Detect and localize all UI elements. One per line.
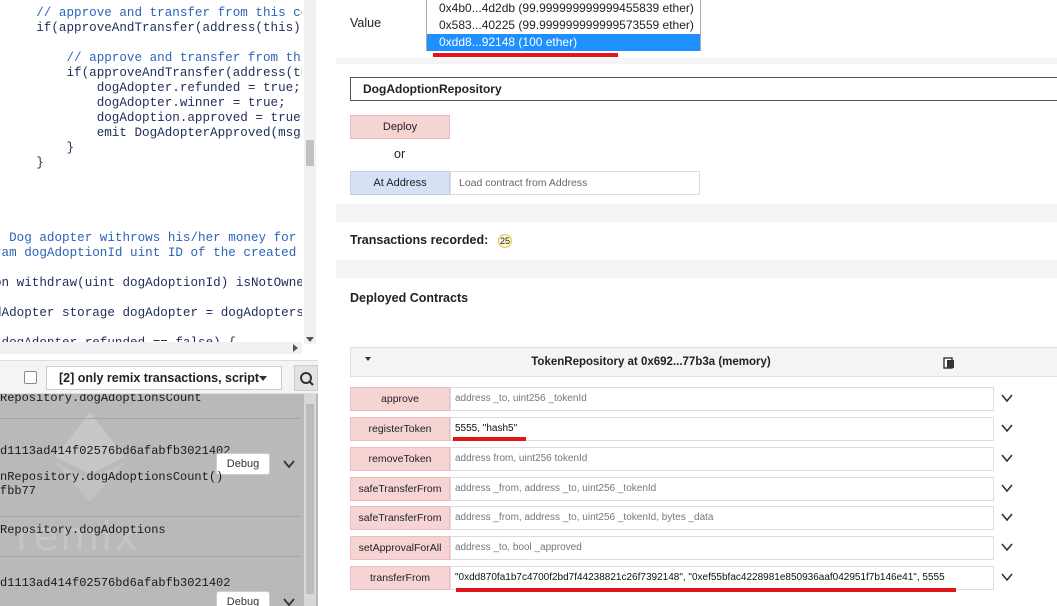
log-separator	[0, 516, 300, 517]
chevron-down-icon[interactable]	[1000, 481, 1014, 495]
account-option[interactable]: 0x4b0...4d2db (99.999999999999455839 eth…	[427, 0, 700, 17]
contract-instance-header[interactable]: TokenRepository at 0x692...77b3a (memory…	[350, 347, 1057, 377]
approve-button[interactable]: approve	[350, 387, 450, 411]
code-line: emit DogAdopterApproved(msg.sender, _	[96, 126, 302, 140]
function-row-approve: approve address _to, uint256 _tokenId	[350, 387, 1057, 411]
log-line: d1113ad414f02576bd6afabfb3021402	[0, 444, 231, 458]
remix-watermark: remix	[16, 514, 140, 560]
chevron-down-icon	[259, 376, 267, 381]
environment-card: Value 0x4b0...4d2db (99.9999999999994558…	[336, 0, 1057, 58]
code-line: dogAdopter.winner = true;	[6, 96, 286, 110]
or-label: or	[394, 147, 406, 161]
editor-horizontal-scrollbar[interactable]	[0, 342, 302, 354]
log-line: Repository.dogAdoptions	[0, 523, 166, 537]
contract-select[interactable]: DogAdoptionRepository	[350, 77, 1057, 101]
remove-token-button[interactable]: removeToken	[350, 447, 450, 471]
register-token-args-input[interactable]: 5555, "hash5"	[450, 417, 994, 441]
code-line: if(approveAndTransfer(address(this), dog…	[36, 21, 302, 35]
chevron-down-icon[interactable]	[282, 595, 296, 606]
red-underline-annotation	[433, 53, 618, 57]
code-editor[interactable]: // approve and transfer from this contra…	[0, 0, 318, 360]
chevron-down-icon[interactable]	[1000, 391, 1014, 405]
account-option-selected[interactable]: 0xdd8...92148 (100 ether)	[427, 34, 700, 51]
code-line: }	[6, 156, 44, 170]
terminal-log[interactable]: remix Repository.dogAdoptionsCount d1113…	[0, 394, 318, 606]
scroll-down-arrow-icon[interactable]	[306, 337, 314, 342]
editor-vertical-scrollbar[interactable]	[304, 0, 316, 344]
terminal-filter-dropdown[interactable]: [2] only remix transactions, script	[46, 366, 282, 390]
chevron-down-icon[interactable]	[282, 457, 296, 471]
log-line: Repository.dogAdoptionsCount	[0, 394, 202, 405]
safe-transfer-from-args-input[interactable]: address _from, address _to, uint256 _tok…	[450, 477, 994, 501]
terminal-search-button[interactable]	[294, 365, 318, 391]
chevron-down-icon[interactable]	[1000, 451, 1014, 465]
function-row-safeTransferFrom-data: safeTransferFrom address _from, address …	[350, 506, 1057, 530]
deployed-contracts-title: Deployed Contracts	[350, 291, 469, 305]
deployed-contracts-card: Deployed Contracts TokenRepository at 0x…	[336, 278, 1057, 606]
account-option[interactable]: 0x583...40225 (99.999999999999573559 eth…	[427, 17, 700, 34]
code-line: dogAdopter.refunded = true;	[6, 81, 301, 95]
approve-args-input[interactable]: address _to, uint256 _tokenId	[450, 387, 994, 411]
transfer-from-args-input[interactable]: "0xdd870fa1b7c4700f2bd7f44238821c26f7392…	[450, 566, 994, 590]
log-line: fbb77	[0, 484, 37, 498]
safe-transfer-from-data-args-input[interactable]: address _from, address _to, uint256 _tok…	[450, 506, 994, 530]
deploy-card: DogAdoptionRepository Deploy or At Addre…	[336, 64, 1057, 204]
safe-transfer-from-button[interactable]: safeTransferFrom	[350, 477, 450, 501]
contract-instance-title: TokenRepository at 0x692...77b3a (memory…	[531, 356, 771, 368]
code-line: dAdopter storage dogAdopter = dogAdopter…	[0, 306, 302, 320]
transactions-card[interactable]: Transactions recorded: 25	[336, 222, 1057, 260]
function-row-safeTransferFrom: safeTransferFrom address _from, address …	[350, 477, 1057, 501]
set-approval-for-all-args-input[interactable]: address _to, bool _approved	[450, 536, 994, 560]
set-approval-for-all-button[interactable]: setApprovalForAll	[350, 536, 450, 560]
code-line: ram dogAdoptionId uint ID of the created…	[0, 246, 302, 260]
red-underline-annotation	[456, 588, 956, 592]
log-separator	[0, 556, 300, 557]
value-label: Value	[350, 16, 382, 30]
copy-clipboard-icon[interactable]	[943, 356, 955, 369]
safe-transfer-from-data-button[interactable]: safeTransferFrom	[350, 506, 450, 530]
transactions-recorded-label: Transactions recorded:	[350, 233, 489, 247]
terminal-filter-label: [2] only remix transactions, script	[59, 371, 260, 385]
function-row-setApprovalForAll: setApprovalForAll address _to, bool _app…	[350, 536, 1057, 560]
terminal-toolbar: [2] only remix transactions, script	[0, 360, 318, 394]
function-row-transferFrom: transferFrom "0xdd870fa1b7c4700f2bd7f442…	[350, 566, 1057, 592]
code-line: }	[6, 141, 75, 155]
account-dropdown-list[interactable]: 0x4b0...4d2db (99.999999999999455839 eth…	[426, 0, 701, 51]
listen-network-checkbox[interactable]	[24, 371, 37, 384]
transfer-from-button[interactable]: transferFrom	[350, 566, 450, 590]
deploy-button[interactable]: Deploy	[350, 115, 450, 139]
log-line: d1113ad414f02576bd6afabfb3021402	[0, 576, 231, 590]
scroll-right-arrow-icon[interactable]	[293, 344, 298, 352]
at-address-input[interactable]: Load contract from Address	[450, 171, 700, 195]
at-address-button[interactable]: At Address	[350, 171, 450, 195]
chevron-down-icon[interactable]	[1000, 421, 1014, 435]
chevron-down-icon[interactable]	[1000, 570, 1014, 584]
red-underline-annotation	[453, 437, 526, 441]
code-line: if(approveAndTransfer(address(this), dog…	[66, 66, 302, 80]
debug-button[interactable]: Debug	[216, 453, 270, 475]
search-icon	[300, 372, 314, 386]
scrollbar-thumb[interactable]	[306, 140, 314, 166]
chevron-down-icon[interactable]	[1000, 540, 1014, 554]
code-line: dogAdoption.approved = true;	[6, 111, 302, 125]
run-panel: Value 0x4b0...4d2db (99.9999999999994558…	[336, 0, 1057, 606]
chevron-down-icon[interactable]	[1000, 510, 1014, 524]
remove-token-args-input[interactable]: address from, uint256 tokenId	[450, 447, 994, 471]
code-line: // approve and transfer from this contra…	[36, 6, 302, 20]
function-row-removeToken: removeToken address from, uint256 tokenI…	[350, 447, 1057, 471]
code-area[interactable]: // approve and transfer from this contra…	[0, 0, 302, 344]
code-line: // approve and transfer from this contra…	[66, 51, 302, 65]
log-separator	[0, 418, 300, 419]
code-line: on withdraw(uint dogAdoptionId) isNotOwn…	[0, 276, 302, 290]
debug-button[interactable]: Debug	[216, 591, 270, 606]
log-line: nRepository.dogAdoptionsCount()	[0, 470, 224, 484]
register-token-button[interactable]: registerToken	[350, 417, 450, 441]
scrollbar-thumb[interactable]	[306, 404, 314, 594]
transactions-count-badge: 25	[498, 234, 512, 248]
function-row-registerToken: registerToken 5555, "hash5"	[350, 417, 1057, 441]
code-line: * Dog adopter withrows his/her money for…	[0, 231, 302, 245]
terminal-scrollbar[interactable]	[304, 394, 316, 606]
